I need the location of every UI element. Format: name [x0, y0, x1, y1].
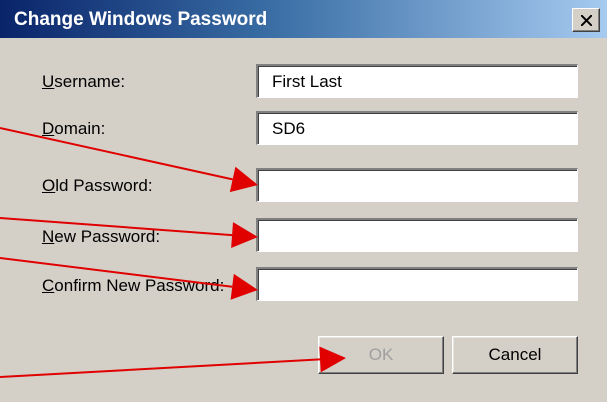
domain-label-mnemonic: D	[42, 119, 55, 138]
old-password-label-mnemonic: O	[42, 176, 56, 195]
username-label-text: sername:	[54, 72, 126, 91]
confirm-password-label-text: onfirm New Password:	[54, 276, 225, 295]
new-password-label-text: ew Password:	[54, 227, 161, 246]
username-label: Username:	[42, 72, 125, 92]
domain-value: SD6	[272, 119, 306, 138]
confirm-password-label: Confirm New Password:	[42, 276, 224, 296]
username-field[interactable]: First Last	[256, 64, 578, 98]
domain-label: Domain:	[42, 119, 105, 139]
close-x-icon	[581, 15, 592, 26]
title-bar: Change Windows Password	[0, 0, 607, 38]
confirm-password-label-mnemonic: C	[42, 276, 55, 295]
username-value: First Last	[272, 72, 342, 91]
new-password-field[interactable]	[256, 218, 578, 252]
domain-field[interactable]: SD6	[256, 111, 578, 145]
old-password-field[interactable]	[256, 168, 578, 202]
old-password-label-text: ld Password:	[55, 176, 153, 195]
ok-button[interactable]: OK	[318, 336, 444, 374]
dialog-title: Change Windows Password	[14, 9, 268, 30]
new-password-label: New Password:	[42, 227, 160, 247]
confirm-password-field[interactable]	[256, 267, 578, 301]
username-label-mnemonic: U	[42, 72, 55, 91]
domain-label-text: omain:	[54, 119, 106, 138]
cancel-button[interactable]: Cancel	[452, 336, 578, 374]
new-password-label-mnemonic: N	[42, 227, 55, 246]
old-password-label: Old Password:	[42, 176, 153, 196]
change-password-dialog: Change Windows Password Username: First …	[0, 0, 607, 402]
close-button[interactable]	[572, 8, 600, 32]
